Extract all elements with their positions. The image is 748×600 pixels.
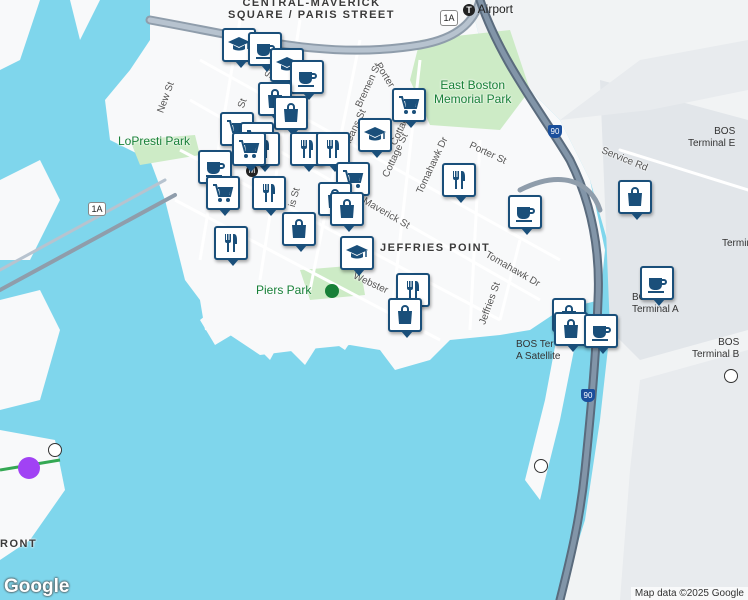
park-label-memorial: East Boston Memorial Park <box>434 78 512 106</box>
poi-pin[interactable] <box>282 212 316 252</box>
poi-pin[interactable] <box>584 314 618 354</box>
poi-pin[interactable] <box>442 163 476 203</box>
poi-pin[interactable] <box>640 266 674 306</box>
neighborhood-label-maverick: CENTRAL-MAVERICK SQUARE / PARIS STREET <box>228 0 395 21</box>
terminal-b-label: BOS Terminal B <box>692 337 740 360</box>
poi-pin[interactable] <box>206 176 240 216</box>
poi-pin[interactable] <box>358 118 392 158</box>
i90-shield: 90 <box>548 125 562 138</box>
poi-pin[interactable] <box>330 192 364 232</box>
map-canvas[interactable]: CENTRAL-MAVERICK SQUARE / PARIS STREET J… <box>0 0 748 600</box>
google-logo: Google <box>4 576 70 597</box>
terminal-e-label: BOS Terminal E <box>688 126 736 149</box>
poi-pin[interactable] <box>618 180 652 220</box>
poi-pin[interactable] <box>274 96 308 136</box>
poi-pin[interactable] <box>388 298 422 338</box>
poi-pin[interactable] <box>316 132 350 172</box>
aquarium-marker-icon[interactable] <box>18 457 40 479</box>
park-marker-icon[interactable] <box>325 284 339 298</box>
park-label-lopresti: LoPresti Park <box>118 134 191 148</box>
route-1a-shield-south: 1A <box>88 202 106 216</box>
map-attribution[interactable]: Map data ©2025 Google <box>630 587 748 600</box>
neighborhood-label-jeffries-point: JEFFRIES POINT <box>380 242 491 254</box>
terminal-c-label: Terminal <box>722 238 748 249</box>
poi-pin[interactable] <box>232 132 266 172</box>
poi-pin[interactable] <box>252 176 286 216</box>
ferry-stop-icon[interactable] <box>534 459 548 473</box>
subway-icon: T <box>463 4 475 16</box>
poi-pin[interactable] <box>214 226 248 266</box>
bus-stop-icon[interactable] <box>724 369 738 383</box>
poi-pin[interactable] <box>392 88 426 128</box>
airport-label: Airport <box>477 2 514 16</box>
airport-station[interactable]: T Airport <box>463 2 513 16</box>
poi-pin[interactable] <box>340 236 374 276</box>
poi-pin[interactable] <box>290 60 324 100</box>
ferry-stop-icon[interactable] <box>48 443 62 457</box>
route-1a-shield: 1A <box>440 10 458 26</box>
poi-pin[interactable] <box>554 312 588 352</box>
neighborhood-label-waterfront: RONT <box>0 538 38 550</box>
park-label-piers: Piers Park <box>256 283 312 297</box>
i90-shield-south: 90 <box>581 389 595 402</box>
poi-pin[interactable] <box>508 195 542 235</box>
